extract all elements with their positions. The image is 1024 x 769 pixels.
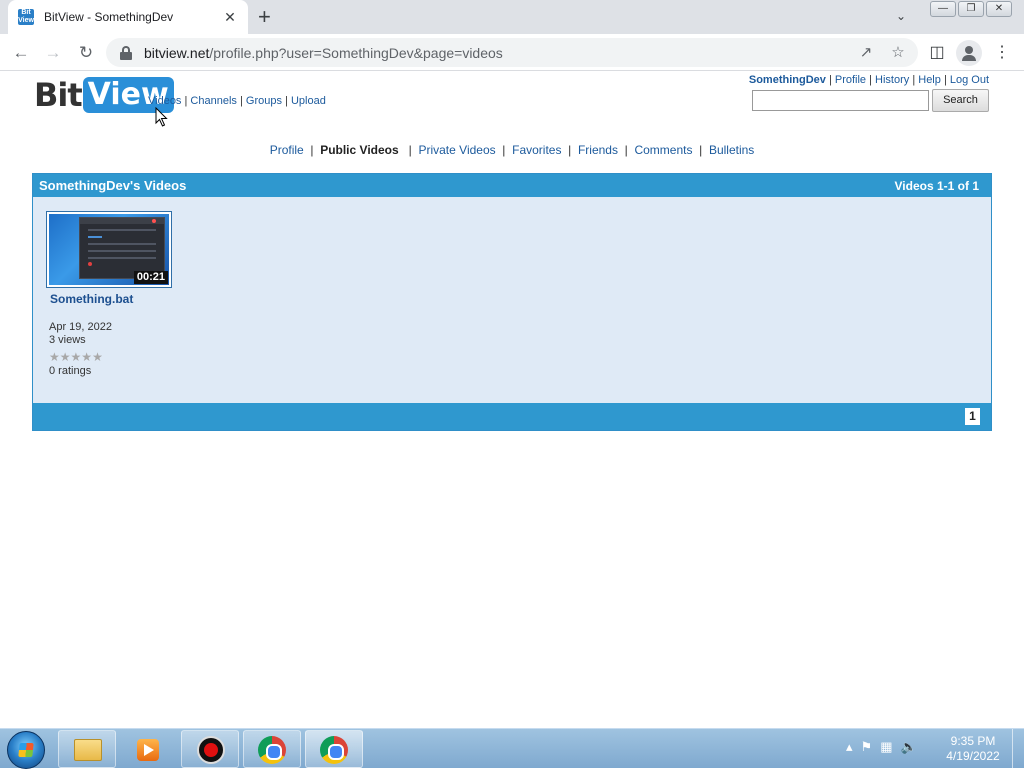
tab-title: BitView - SomethingDev [44,10,174,24]
taskbar-explorer[interactable] [58,730,116,768]
star-icon: ★ [70,350,82,364]
main-nav: Videos | Channels | Groups | Upload [148,95,326,107]
reload-icon[interactable]: ↻ [75,42,97,64]
share-icon[interactable]: ↗ [856,43,876,63]
video-views: 3 views [49,334,86,346]
logo-bit-text: Bit [34,76,83,114]
videos-panel: SomethingDev's Videos Videos 1-1 of 1 00… [32,173,992,431]
tab-search-chevron-icon[interactable]: ⌄ [896,9,912,25]
tab-public-videos[interactable]: Public Videos [320,143,398,157]
search-input[interactable] [752,90,929,111]
tab-comments[interactable]: Comments [634,143,692,157]
video-count: Videos 1-1 of 1 [894,178,979,193]
lock-icon[interactable] [120,45,132,60]
side-panel-icon[interactable]: ◫ [926,42,948,64]
chrome-icon [320,736,348,764]
rating-stars: ★ ★ ★ ★ ★ [49,351,174,363]
tab-bulletins[interactable]: Bulletins [709,143,754,157]
taskbar-recorder[interactable] [181,730,239,768]
volume-icon[interactable]: 🔈 [900,739,916,755]
network-icon[interactable]: ▦ [880,739,892,755]
username-link[interactable]: SomethingDev [749,74,826,86]
recorder-icon [197,736,225,764]
nav-upload-link[interactable]: Upload [291,95,326,107]
nav-videos-link[interactable]: Videos [148,95,181,107]
url-host: bitview.net [144,44,210,61]
taskbar-chrome[interactable] [305,730,363,768]
tab-close-icon[interactable]: ✕ [222,9,238,26]
back-arrow-icon[interactable]: ← [10,42,32,64]
clock-time: 9:35 PM [950,734,996,748]
tab-profile[interactable]: Profile [270,143,304,157]
restore-button[interactable]: ❐ [958,1,984,17]
video-duration: 00:21 [133,271,168,284]
user-nav: SomethingDev | Profile | History | Help … [748,74,989,86]
close-window-button[interactable]: ✕ [986,1,1012,17]
videos-panel-footer: 1 [33,403,991,430]
url-path: /profile.php?user=SomethingDev&page=vide… [209,44,503,61]
window-controls: — ❐ ✕ [930,1,1012,17]
history-link[interactable]: History [875,74,909,86]
media-player-icon [137,739,159,761]
nav-channels-link[interactable]: Channels [190,95,236,107]
panel-title: SomethingDev's Videos [39,178,187,193]
show-desktop-button[interactable] [1012,729,1024,769]
explorer-icon [74,739,102,761]
minimize-button[interactable]: — [930,1,956,17]
help-link[interactable]: Help [918,74,941,86]
system-tray: ▴ ⚑ ▦ 🔈 [846,739,917,755]
profile-avatar-icon[interactable] [956,40,982,66]
video-item: 00:21 Something.bat Apr 19, 2022 3 views… [46,211,174,378]
logout-link[interactable]: Log Out [950,74,989,86]
address-bar[interactable]: bitview.net/profile.php?user=SomethingDe… [106,38,918,67]
video-ratings: 0 ratings [49,365,92,377]
menu-kebab-icon[interactable]: ⋮ [991,42,1013,64]
tab-friends[interactable]: Friends [578,143,618,157]
browser-toolbar: ← → ↻ bitview.net/profile.php?user=Somet… [0,34,1024,71]
star-icon: ★ [92,350,103,364]
taskbar-media-player[interactable] [119,730,177,768]
profile-sub-nav: Profile | Public Videos | Private Videos… [269,143,755,157]
browser-tab[interactable]: Bit View BitView - SomethingDev ✕ [8,0,248,34]
thumbnail-window [79,217,165,279]
page-content: Bit View Videos | Channels | Groups | Up… [0,72,1024,728]
tab-private-videos[interactable]: Private Videos [418,143,495,157]
show-hidden-icons-icon[interactable]: ▴ [846,739,853,755]
star-icon: ★ [59,350,71,364]
user-profile-link[interactable]: Profile [835,74,866,86]
search-button[interactable]: Search [932,89,989,112]
taskbar-chrome-profile[interactable] [243,730,301,768]
windows-taskbar: ▴ ⚑ ▦ 🔈 9:35 PM 4/19/2022 [0,728,1024,769]
bitview-favicon-icon: Bit View [18,9,34,25]
star-icon: ★ [81,350,93,364]
nav-groups-link[interactable]: Groups [246,95,282,107]
video-thumbnail[interactable]: 00:21 [46,211,172,288]
clock-date: 4/19/2022 [946,749,1000,763]
taskbar-clock[interactable]: 9:35 PM 4/19/2022 [940,734,1006,764]
forward-arrow-icon[interactable]: → [42,42,64,64]
start-button[interactable] [7,731,45,769]
new-tab-button[interactable]: + [258,5,271,29]
page-number-button[interactable]: 1 [965,408,980,425]
bookmark-star-icon[interactable]: ☆ [888,43,908,63]
action-center-flag-icon[interactable]: ⚑ [861,739,873,755]
video-date: Apr 19, 2022 [49,321,112,333]
video-meta: Apr 19, 2022 3 views ★ ★ ★ ★ ★ 0 ratings [49,321,174,378]
browser-tab-strip: Bit View BitView - SomethingDev ✕ + ⌄ — ❐… [0,0,1024,34]
star-icon: ★ [49,350,60,364]
mouse-cursor-icon [155,107,168,127]
chrome-profile-icon [258,736,286,764]
tab-favorites[interactable]: Favorites [512,143,561,157]
video-title-link[interactable]: Something.bat [50,292,174,306]
url-text[interactable]: bitview.net/profile.php?user=SomethingDe… [144,45,503,61]
videos-panel-header: SomethingDev's Videos Videos 1-1 of 1 [33,174,991,197]
